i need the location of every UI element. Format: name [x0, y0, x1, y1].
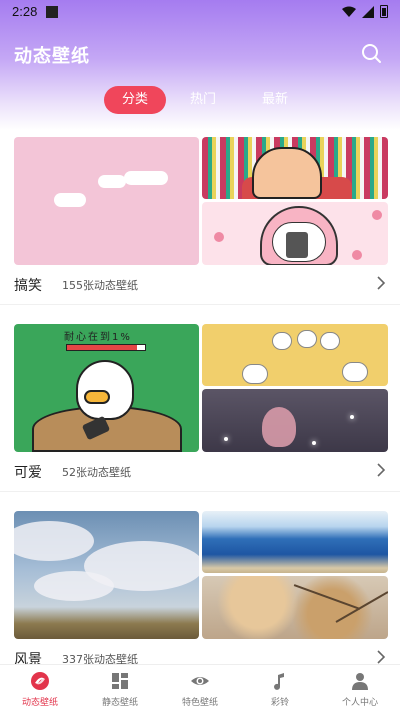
- search-icon[interactable]: [360, 42, 382, 64]
- wallpaper-thumbnail[interactable]: [14, 511, 199, 639]
- image-grid: [14, 137, 388, 265]
- nav-label: 静态壁纸: [101, 698, 138, 708]
- chick-shape: [297, 330, 317, 348]
- chevron-right-icon[interactable]: [376, 649, 386, 665]
- flower-shape: [214, 232, 224, 242]
- chick-shape: [342, 362, 368, 382]
- nav-featured-wallpaper[interactable]: 特色壁纸: [160, 665, 240, 712]
- section-divider: [0, 491, 400, 492]
- category-caption: 可爱 52张动态壁纸: [14, 456, 388, 486]
- sparkle-shape: [224, 437, 228, 441]
- tab-latest[interactable]: 最新: [244, 86, 306, 114]
- duck-shape: [84, 390, 110, 404]
- signal-icon: [362, 5, 374, 18]
- branch-shape: [335, 591, 388, 623]
- category-tabs: 分类 热门 最新: [104, 86, 306, 114]
- wifi-icon: [342, 6, 356, 17]
- wallpaper-thumbnail[interactable]: [202, 137, 388, 199]
- page-title: 动态壁纸: [14, 46, 90, 67]
- chick-shape: [242, 364, 268, 384]
- tab-category[interactable]: 分类: [104, 86, 167, 114]
- section-divider: [0, 304, 400, 305]
- nav-profile[interactable]: 个人中心: [320, 665, 400, 712]
- chevron-right-icon[interactable]: [376, 275, 386, 291]
- flower-shape: [262, 407, 296, 447]
- ringtone-icon: [274, 673, 284, 690]
- nav-static-wallpaper[interactable]: 静态壁纸: [80, 665, 160, 712]
- nav-label: 特色壁纸: [181, 698, 218, 708]
- category-name: 搞笑: [14, 278, 42, 294]
- category-name: 可爱: [14, 465, 42, 481]
- cloud-shape: [14, 521, 94, 561]
- notification-icon: [46, 6, 58, 18]
- wallpaper-thumbnail[interactable]: [202, 576, 388, 639]
- chevron-right-icon[interactable]: [376, 462, 386, 478]
- cloud-shape: [34, 571, 114, 601]
- wallpaper-thumbnail[interactable]: [202, 324, 388, 386]
- branch-shape: [293, 584, 361, 610]
- sparkle-shape: [312, 441, 316, 445]
- bottom-navigation: 动态壁纸 静态壁纸 特色壁纸 彩铃 个人中心: [0, 664, 400, 712]
- nav-label: 彩铃: [270, 698, 289, 708]
- wallpaper-thumbnail[interactable]: [202, 389, 388, 452]
- category-count: 52张动态壁纸: [62, 466, 131, 479]
- chick-shape: [320, 332, 340, 350]
- nav-label: 个人中心: [341, 698, 378, 708]
- tab-hot[interactable]: 热门: [172, 86, 234, 114]
- wallpaper-thumbnail[interactable]: [14, 137, 199, 265]
- nav-label: 动态壁纸: [21, 698, 58, 708]
- eye-icon: [191, 677, 209, 685]
- status-bar: 2:28: [0, 0, 400, 24]
- flower-shape: [352, 250, 362, 260]
- person-icon: [352, 673, 368, 690]
- sparkle-shape: [350, 415, 354, 419]
- image-grid: 耐心在到1%: [14, 324, 388, 452]
- loading-bar-shape: [66, 344, 146, 351]
- wallpaper-thumbnail[interactable]: 耐心在到1%: [14, 324, 199, 452]
- category-card-funny[interactable]: 搞笑 155张动态壁纸: [14, 137, 388, 299]
- status-icons: [342, 5, 388, 18]
- wallpaper-thumbnail[interactable]: [202, 202, 388, 265]
- nav-ringtone[interactable]: 彩铃: [240, 665, 320, 712]
- nav-dynamic-wallpaper[interactable]: 动态壁纸: [0, 665, 80, 712]
- battery-icon: [380, 5, 388, 18]
- category-caption: 搞笑 155张动态壁纸: [14, 269, 388, 299]
- figure-shape: [286, 232, 308, 258]
- cloud-shape: [54, 193, 86, 207]
- image-grid: [14, 511, 388, 639]
- figure-shape: [252, 147, 322, 199]
- loading-caption: 耐心在到1%: [64, 332, 132, 343]
- cloud-shape: [98, 175, 126, 188]
- wallpaper-thumbnail[interactable]: [202, 511, 388, 573]
- status-time: 2:28: [12, 4, 38, 19]
- dynamic-wallpaper-icon: [31, 672, 49, 690]
- static-wallpaper-icon: [112, 673, 128, 689]
- cloud-shape: [124, 171, 168, 185]
- category-card-scenery[interactable]: 风景 337张动态壁纸: [14, 511, 388, 673]
- chick-shape: [272, 332, 292, 350]
- category-count: 155张动态壁纸: [62, 279, 138, 292]
- flower-shape: [372, 210, 382, 220]
- category-card-cute[interactable]: 耐心在到1% 可爱 52张动态壁纸: [14, 324, 388, 486]
